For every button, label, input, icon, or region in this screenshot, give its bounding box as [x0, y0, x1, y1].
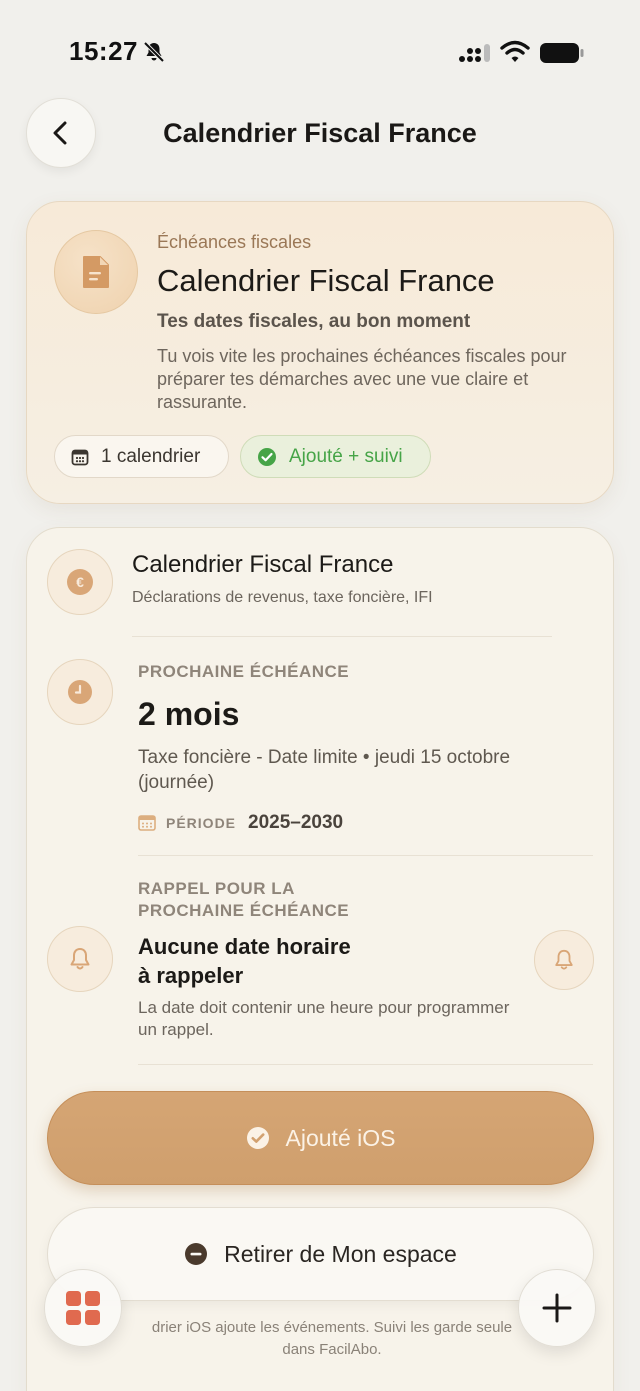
- euro-icon: €: [67, 569, 93, 595]
- clock-icon: [68, 680, 92, 704]
- grid-icon: [66, 1291, 100, 1325]
- divider: [138, 855, 593, 856]
- currency-icon-badge: €: [47, 549, 113, 615]
- calendar-detail-card: € Calendrier Fiscal France Déclarations …: [26, 527, 614, 1391]
- remove-from-space-button[interactable]: Retirer de Mon espace: [47, 1207, 594, 1301]
- bell-icon: [555, 949, 573, 970]
- minus-circle-icon: [184, 1242, 208, 1266]
- divider: [132, 636, 552, 637]
- hero-eyebrow: Échéances fiscales: [157, 232, 312, 252]
- bell-off-icon: [143, 41, 165, 63]
- period-value: 2025–2030: [248, 812, 344, 833]
- reminder-bell-button[interactable]: [534, 930, 594, 990]
- reminder-title-line2: à rappeler: [138, 963, 244, 988]
- check-circle-icon: [257, 447, 277, 467]
- reminder-title-line1: Aucune date horaire: [138, 934, 351, 959]
- status-time: 15:27: [69, 36, 138, 66]
- reminder-label-line2: PROCHAINE ÉCHÉANCE: [138, 901, 350, 920]
- reminder-title: Aucune date horaire à rappeler: [138, 932, 351, 990]
- grid-menu-button[interactable]: [44, 1269, 122, 1347]
- reminder-label-line1: RAPPEL POUR LA: [138, 879, 295, 898]
- add-button[interactable]: [518, 1269, 596, 1347]
- next-deadline-description: Taxe foncière - Date limite • jeudi 15 o…: [138, 747, 511, 793]
- calendar-count-chip: 1 calendrier: [54, 435, 229, 478]
- footer-note: drier iOS ajoute les événements. Suivi l…: [107, 1317, 557, 1361]
- wifi-icon: [500, 40, 530, 62]
- period-label: PÉRIODE: [166, 815, 237, 831]
- plus-icon: [542, 1293, 572, 1323]
- cellular-signal-icon: [459, 44, 490, 62]
- hero-icon-badge: [54, 230, 138, 314]
- footer-note-line1: drier iOS ajoute les événements. Suivi l…: [151, 1319, 513, 1336]
- reminder-bell-badge: [47, 926, 113, 992]
- check-circle-icon: [246, 1126, 270, 1150]
- hero-subtitle: Tes dates fiscales, au bon moment: [157, 311, 471, 332]
- calendar-count-label: 1 calendrier: [101, 445, 201, 467]
- bell-icon: [70, 948, 90, 970]
- added-ios-button[interactable]: Ajouté iOS: [47, 1091, 594, 1185]
- calendar-small-icon: [138, 815, 156, 831]
- added-ios-label: Ajouté iOS: [285, 1124, 396, 1151]
- next-deadline-label: PROCHAINE ÉCHÉANCE: [138, 662, 350, 681]
- remove-from-space-label: Retirer de Mon espace: [224, 1240, 457, 1267]
- hero-card: Échéances fiscales Calendrier Fiscal Fra…: [26, 201, 614, 504]
- next-deadline-value: 2 mois: [138, 696, 240, 732]
- footer-note-line2: dans FacilAbo.: [282, 1341, 382, 1358]
- added-status-chip: Ajouté + suivi: [240, 435, 431, 478]
- clock-icon-badge: [47, 659, 113, 725]
- calendar-summary: Déclarations de revenus, taxe foncière, …: [132, 589, 433, 606]
- reminder-label: RAPPEL POUR LA PROCHAINE ÉCHÉANCE: [138, 878, 349, 922]
- battery-icon: [540, 43, 584, 63]
- added-status-label: Ajouté + suivi: [289, 445, 403, 467]
- hero-title: Calendrier Fiscal France: [157, 263, 495, 298]
- calendar-name: Calendrier Fiscal France: [132, 551, 394, 578]
- divider: [138, 1064, 593, 1065]
- hero-description: Tu vois vite les prochaines échéances fi…: [157, 346, 567, 412]
- page-title: Calendrier Fiscal France: [163, 118, 477, 148]
- document-icon: [83, 256, 109, 288]
- period-row: PÉRIODE 2025–2030: [138, 812, 343, 834]
- reminder-description: La date doit contenir une heure pour pro…: [138, 998, 510, 1039]
- status-bar: 15:27: [0, 0, 640, 100]
- calendar-icon: [71, 448, 89, 466]
